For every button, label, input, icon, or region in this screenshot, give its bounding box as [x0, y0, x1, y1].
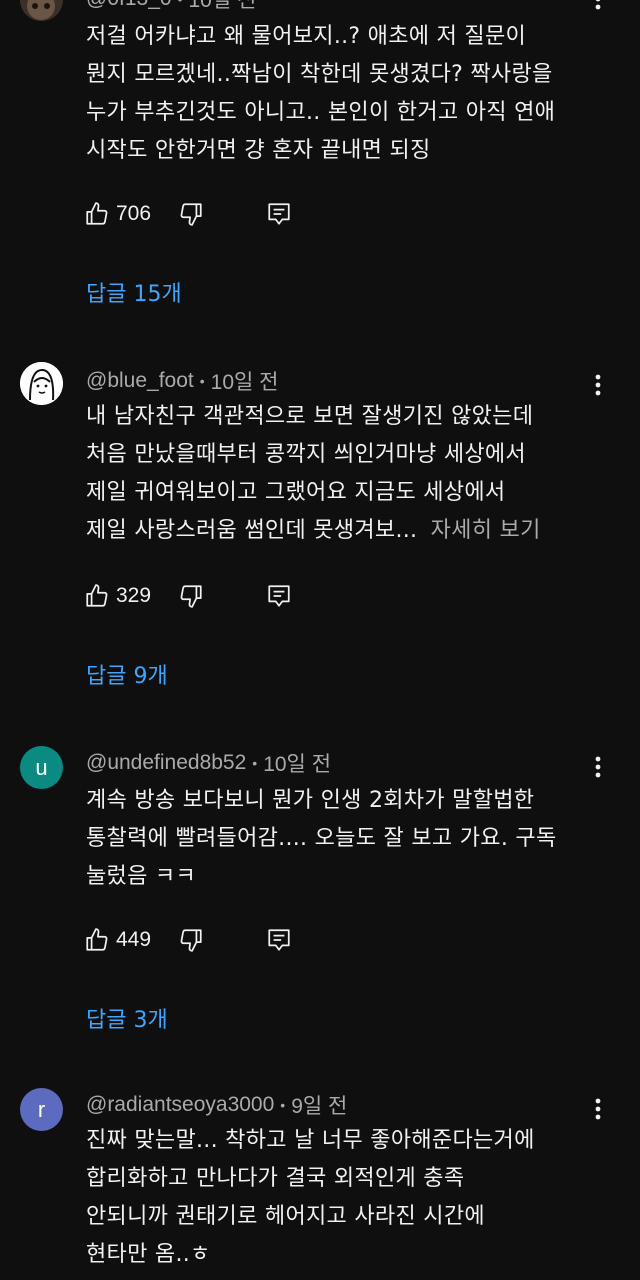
avatar[interactable] — [20, 0, 63, 21]
comment-time: 10일 전 — [263, 753, 332, 776]
comment-text: 진짜 맞는말... 착하고 날 너무 좋아해준다는거에 합리화하고 만나다가 결… — [86, 1122, 606, 1274]
thumb-up-icon — [86, 202, 108, 225]
comment-line: 통찰력에 빨려들어감.... 오늘도 잘 보고 가요. 구독 — [86, 826, 557, 851]
like-count: 329 — [116, 584, 152, 607]
comment-header: @blue_foot • 10일 전 — [86, 366, 278, 396]
comment-line: 내 남자친구 객관적으로 보면 잘생기진 않았는데 — [86, 404, 534, 429]
comment-actions: 706 — [84, 194, 292, 234]
comment-header: @radiantseoya3000 • 9일 전 — [86, 1090, 347, 1120]
comment-header: @0f13_0 • 10일 전 — [86, 0, 256, 14]
separator-dot: • — [252, 755, 258, 771]
comment-line: 뭔지 모르겠네..짝남이 착한데 못생겼다? 짝사랑을 — [86, 62, 553, 87]
dislike-button[interactable] — [178, 201, 204, 227]
comment-line: 처음 만났을때부터 콩깍지 씌인거마냥 세상에서 — [86, 442, 526, 467]
reply-button[interactable] — [266, 927, 292, 953]
thumb-down-icon — [180, 929, 202, 952]
comment-time: 9일 전 — [291, 1095, 348, 1118]
like-button[interactable] — [84, 583, 110, 609]
author-handle[interactable]: @0f13_0 — [86, 0, 172, 11]
avatar-image — [20, 362, 63, 405]
like-button[interactable] — [84, 201, 110, 227]
avatar-image — [20, 0, 63, 21]
comment-line: 시작도 안한거면 걍 혼자 끝내면 되징 — [86, 138, 431, 163]
reply-icon — [268, 585, 290, 607]
author-handle[interactable]: @undefined8b52 — [86, 751, 246, 775]
more-vert-icon[interactable] — [584, 1094, 612, 1124]
avatar-letter: u — [35, 754, 48, 780]
read-more-link[interactable]: 자세히 보기 — [431, 518, 541, 543]
dislike-button[interactable] — [178, 583, 204, 609]
like-count: 706 — [116, 202, 152, 225]
reply-button[interactable] — [266, 583, 292, 609]
comment-line: 계속 방송 보다보니 뭔가 인생 2회차가 말할법한 — [86, 788, 535, 813]
comment-line: 누가 부추긴것도 아니고.. 본인이 한거고 아직 연애 — [86, 100, 556, 125]
comment-line: 제일 사랑스러움 썸인데 못생겨보... — [86, 518, 418, 543]
comment-line: 눌렀음 ㅋㅋ — [86, 864, 196, 889]
comment-text: 내 남자친구 객관적으로 보면 잘생기진 않았는데 처음 만났을때부터 콩깍지 … — [86, 398, 606, 550]
avatar[interactable] — [20, 362, 63, 405]
dislike-button[interactable] — [178, 927, 204, 953]
reply-icon — [268, 203, 290, 225]
comment-actions: 449 — [84, 920, 292, 960]
reply-button[interactable] — [266, 201, 292, 227]
replies-link[interactable]: 답글 15개 — [86, 276, 182, 308]
avatar-letter: r — [37, 1096, 46, 1122]
author-handle[interactable]: @radiantseoya3000 — [86, 1093, 274, 1117]
comment-line: 제일 귀여워보이고 그랬어요 지금도 세상에서 — [86, 480, 506, 505]
separator-dot: • — [178, 0, 183, 7]
replies-link[interactable]: 답글 3개 — [86, 1002, 168, 1034]
thumb-down-icon — [180, 203, 202, 226]
like-button[interactable] — [84, 927, 110, 953]
comment-time: 10일 전 — [188, 0, 257, 12]
separator-dot: • — [199, 373, 205, 389]
comment-line: 합리화하고 만나다가 결국 외적인게 충족 — [86, 1166, 465, 1191]
author-handle[interactable]: @blue_foot — [86, 369, 194, 393]
comment-text: 저걸 어카냐고 왜 물어보지..? 애초에 저 질문이 뭔지 모르겠네..짝남이… — [86, 18, 606, 170]
more-vert-icon[interactable] — [584, 370, 612, 400]
reply-icon — [268, 929, 290, 951]
comment-actions: 329 — [84, 576, 292, 616]
like-count: 449 — [116, 928, 152, 951]
thumb-up-icon — [86, 928, 108, 951]
comment-line: 안되니까 권태기로 헤어지고 사라진 시간에 — [86, 1204, 485, 1229]
comment-line: 현타만 옴..ㅎ — [86, 1242, 211, 1267]
comment-line-with-more: 제일 사랑스러움 썸인데 못생겨보... 자세히 보기 — [86, 512, 606, 550]
more-vert-icon[interactable] — [584, 0, 612, 14]
comment-text: 계속 방송 보다보니 뭔가 인생 2회차가 말할법한 통찰력에 빨려들어감...… — [86, 782, 606, 896]
more-vert-icon[interactable] — [584, 752, 612, 782]
avatar[interactable]: r — [20, 1088, 63, 1131]
comment-line: 저걸 어카냐고 왜 물어보지..? 애초에 저 질문이 — [86, 24, 527, 49]
separator-dot: • — [280, 1097, 286, 1113]
avatar[interactable]: u — [20, 746, 63, 789]
comment-line: 진짜 맞는말... 착하고 날 너무 좋아해준다는거에 — [86, 1128, 535, 1153]
comment-time: 10일 전 — [210, 371, 279, 394]
comment-header: @undefined8b52 • 10일 전 — [86, 748, 331, 778]
thumb-up-icon — [86, 584, 108, 607]
thumb-down-icon — [180, 585, 202, 608]
replies-link[interactable]: 답글 9개 — [86, 658, 168, 690]
